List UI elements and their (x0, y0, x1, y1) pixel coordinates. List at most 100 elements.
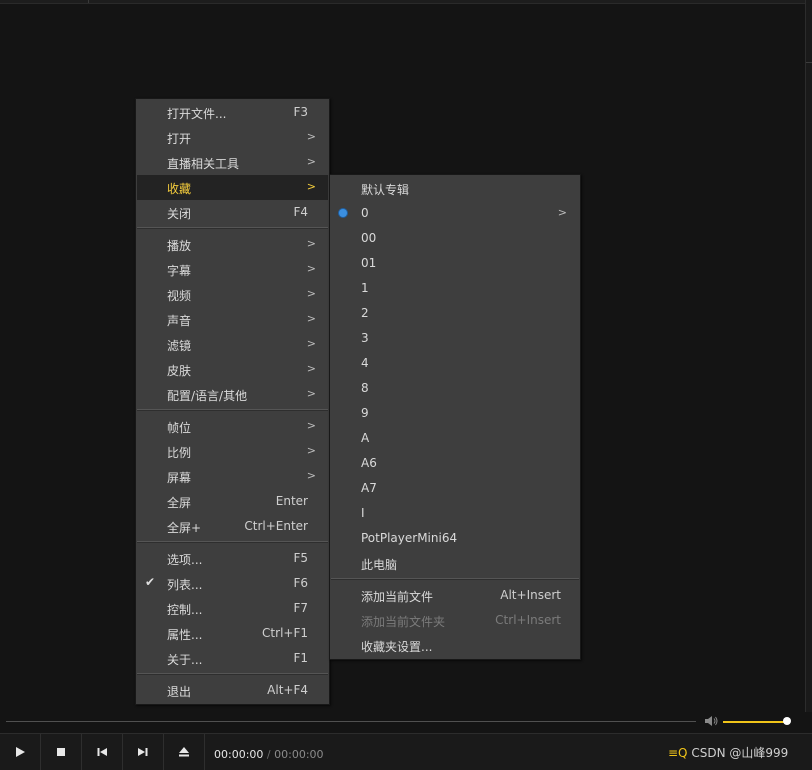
menu-item-fullscreen[interactable]: 全屏 Enter (137, 489, 328, 514)
context-menu: 打开文件... F3 打开 > 直播相关工具 > 收藏 > 关闭 F4 播放 >… (135, 98, 330, 705)
menu-item-label: A6 (361, 456, 377, 470)
menu-item-close[interactable]: 关闭 F4 (137, 200, 328, 225)
menu-item-label: 1 (361, 281, 369, 295)
checkmark-icon: ✔ (145, 575, 156, 589)
stop-button[interactable] (41, 734, 82, 770)
menu-item-shortcut: F6 (293, 576, 308, 590)
playlist-panel-edge[interactable] (805, 0, 812, 712)
favorite-item[interactable]: A6 (331, 451, 579, 476)
submenu-arrow-icon: > (557, 206, 567, 219)
menu-item-label: 添加当前文件夹 (361, 615, 446, 629)
menu-item-label: 8 (361, 381, 369, 395)
favorite-item[interactable]: PotPlayerMini64 (331, 526, 579, 551)
menu-item-playback[interactable]: 播放 > (137, 232, 328, 257)
menu-item-video[interactable]: 视频 > (137, 282, 328, 307)
menu-item-label: 4 (361, 356, 369, 370)
menu-item-config-language[interactable]: 配置/语言/其他 > (137, 382, 328, 407)
menu-item-label: 播放 (167, 239, 192, 253)
favorite-item[interactable]: A7 (331, 476, 579, 501)
submenu-arrow-icon: > (306, 155, 316, 168)
menu-item-screen[interactable]: 屏幕 > (137, 464, 328, 489)
volume-slider-handle[interactable] (783, 717, 791, 725)
volume-slider[interactable] (723, 721, 787, 723)
menu-item-live-tools[interactable]: 直播相关工具 > (137, 150, 328, 175)
eject-icon (179, 747, 189, 757)
next-button[interactable] (123, 734, 164, 770)
favorite-item[interactable]: A (331, 426, 579, 451)
menu-item-label: 字幕 (167, 264, 192, 278)
menu-item-label: 9 (361, 406, 369, 420)
menu-item-label: 0 (361, 206, 369, 220)
menu-item-favorites[interactable]: 收藏 > (137, 175, 328, 200)
volume-icon[interactable] (704, 715, 720, 729)
menu-item-label: 视频 (167, 289, 192, 303)
menu-item-label: 选项... (167, 553, 203, 567)
menu-item-label: 全屏+ (167, 521, 202, 535)
watermark-logo-icon: ≡Q (668, 746, 688, 760)
favorite-default-album[interactable]: 默认专辑 (331, 176, 579, 201)
menu-item-exit[interactable]: 退出 Alt+F4 (137, 678, 328, 703)
favorite-item-0[interactable]: 0 > (331, 201, 579, 226)
eject-button[interactable] (164, 734, 205, 770)
menu-item-label: 打开文件... (167, 107, 227, 121)
menu-item-label: 关于... (167, 653, 203, 667)
menu-item-label: 3 (361, 331, 369, 345)
menu-item-open[interactable]: 打开 > (137, 125, 328, 150)
menu-item-label: PotPlayerMini64 (361, 531, 458, 545)
play-button[interactable] (0, 734, 41, 770)
favorites-settings[interactable]: 收藏夹设置... (331, 633, 579, 658)
favorite-item[interactable]: 00 (331, 226, 579, 251)
menu-item-label: 控制... (167, 603, 203, 617)
menu-item-subtitles[interactable]: 字幕 > (137, 257, 328, 282)
favorite-item[interactable]: I (331, 501, 579, 526)
favorite-item[interactable]: 4 (331, 351, 579, 376)
menu-item-frame[interactable]: 帧位 > (137, 414, 328, 439)
next-icon (138, 748, 148, 756)
menu-item-open-file[interactable]: 打开文件... F3 (137, 100, 328, 125)
favorites-submenu: 默认专辑 0 > 00 01 1 2 3 4 8 9 A A6 A7 I Pot… (329, 174, 581, 660)
favorite-item[interactable]: 3 (331, 326, 579, 351)
current-time: 00:00:00 (214, 748, 264, 761)
seek-bar-area (0, 712, 812, 732)
menu-item-label: 01 (361, 256, 377, 270)
menu-item-shortcut: Enter (275, 494, 308, 508)
menu-item-properties[interactable]: 属性... Ctrl+F1 (137, 621, 328, 646)
control-bar: 00:00:00 / 00:00:00 ≡Q CSDN @山峰999 (0, 733, 812, 770)
menu-item-skins[interactable]: 皮肤 > (137, 357, 328, 382)
menu-item-filters[interactable]: 滤镜 > (137, 332, 328, 357)
menu-item-fullscreen-plus[interactable]: 全屏+ Ctrl+Enter (137, 514, 328, 539)
menu-item-label: 默认专辑 (361, 183, 410, 197)
time-display: 00:00:00 / 00:00:00 (214, 748, 324, 761)
menu-item-label: 声音 (167, 314, 192, 328)
favorite-item[interactable]: 01 (331, 251, 579, 276)
menu-item-label: 添加当前文件 (361, 590, 434, 604)
menu-separator (331, 578, 579, 580)
add-current-file[interactable]: 添加当前文件 Alt+Insert (331, 583, 579, 608)
menu-item-shortcut: Ctrl+Enter (244, 519, 308, 533)
menu-item-aspect-ratio[interactable]: 比例 > (137, 439, 328, 464)
seek-slider[interactable] (6, 721, 696, 722)
menu-item-label: 2 (361, 306, 369, 320)
menu-item-playlist[interactable]: ✔ 列表... F6 (137, 571, 328, 596)
previous-button[interactable] (82, 734, 123, 770)
favorite-item[interactable]: 2 (331, 301, 579, 326)
time-separator: / (266, 748, 271, 761)
favorite-item[interactable]: 1 (331, 276, 579, 301)
menu-item-control[interactable]: 控制... F7 (137, 596, 328, 621)
menu-item-label: A7 (361, 481, 377, 495)
menu-item-options[interactable]: 选项... F5 (137, 546, 328, 571)
menu-item-shortcut: Ctrl+F1 (262, 626, 308, 640)
total-time: 00:00:00 (274, 748, 324, 761)
favorite-item[interactable]: 8 (331, 376, 579, 401)
menu-item-about[interactable]: 关于... F1 (137, 646, 328, 671)
submenu-arrow-icon: > (306, 387, 316, 400)
menu-item-audio[interactable]: 声音 > (137, 307, 328, 332)
menu-item-label: 关闭 (167, 207, 192, 221)
favorite-item[interactable]: 9 (331, 401, 579, 426)
submenu-arrow-icon: > (306, 262, 316, 275)
menu-separator (137, 409, 328, 411)
submenu-arrow-icon: > (306, 469, 316, 482)
menu-item-shortcut: F4 (293, 205, 308, 219)
favorite-item[interactable]: 此电脑 (331, 551, 579, 576)
menu-item-shortcut: F3 (293, 105, 308, 119)
